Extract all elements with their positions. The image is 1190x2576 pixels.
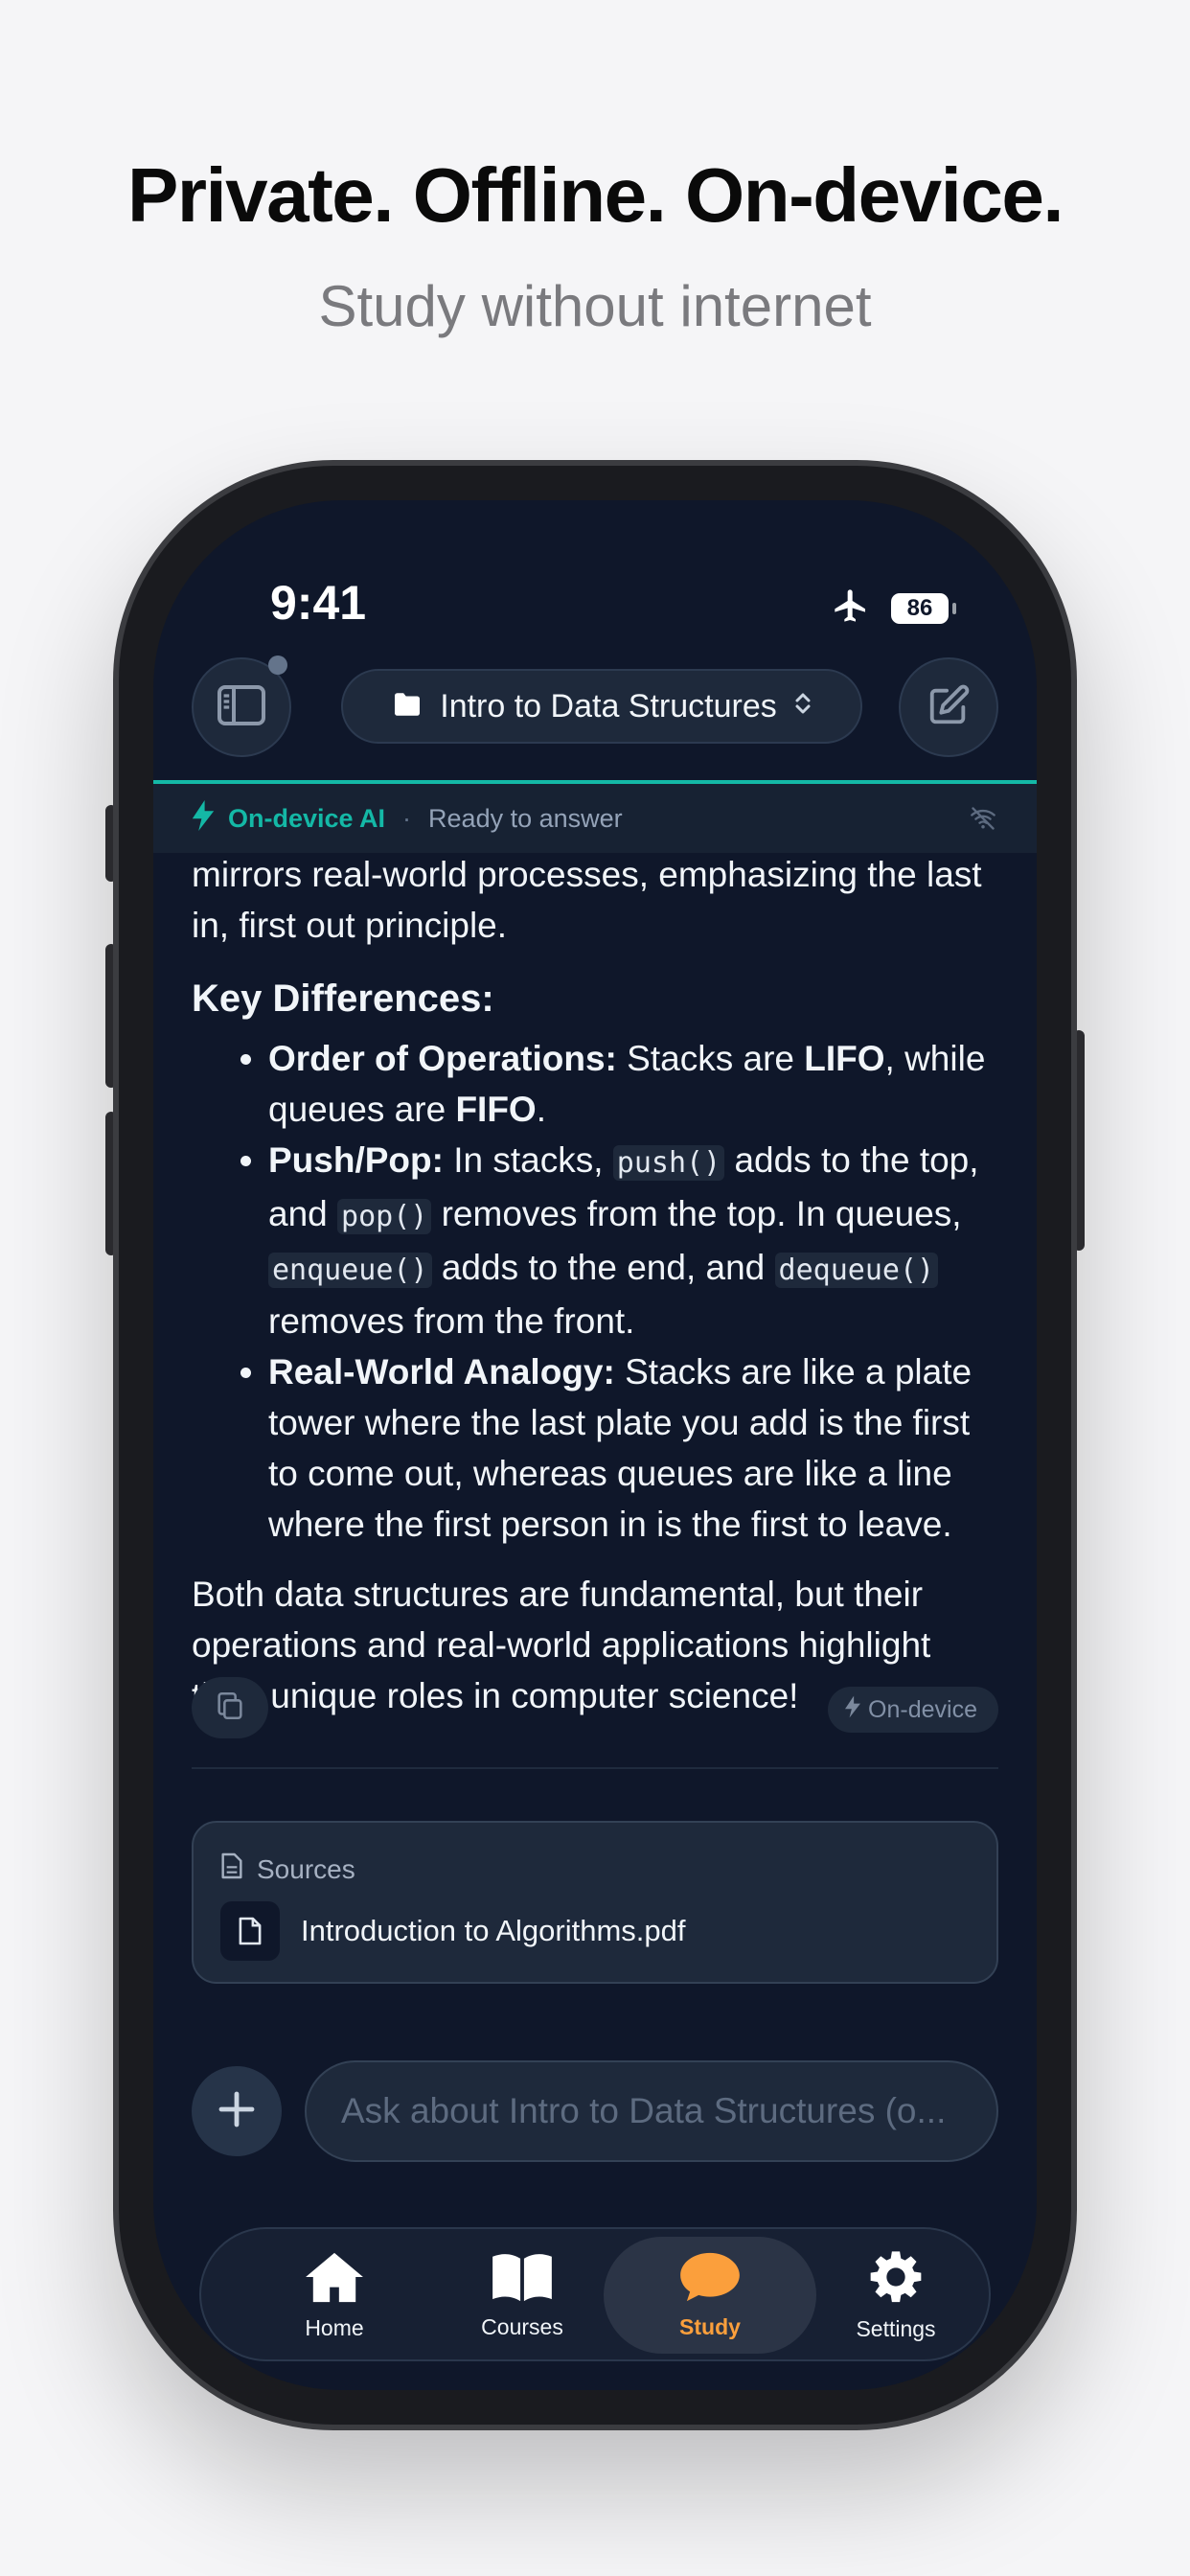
file-icon bbox=[220, 1901, 280, 1961]
section-divider bbox=[192, 1767, 998, 1769]
plus-icon bbox=[217, 2090, 256, 2133]
sources-header: Sources bbox=[220, 1852, 355, 1887]
app-screen: 9:41 86 Intro to Data Structures On-devi… bbox=[153, 500, 1037, 2390]
sources-label: Sources bbox=[257, 1853, 355, 1884]
tab-courses[interactable]: Courses bbox=[416, 2237, 629, 2354]
promo-title: Private. Offline. On-device. bbox=[126, 152, 1064, 238]
ask-input[interactable] bbox=[305, 2060, 998, 2162]
gear-icon bbox=[868, 2249, 924, 2311]
ai-label: On-device AI bbox=[228, 803, 386, 833]
folder-icon bbox=[392, 688, 423, 725]
document-icon bbox=[220, 1852, 243, 1887]
notification-dot bbox=[268, 656, 287, 675]
course-selector[interactable]: Intro to Data Structures bbox=[341, 669, 862, 744]
chevron-up-down-icon bbox=[794, 688, 812, 725]
ai-separator: · bbox=[402, 803, 412, 833]
new-chat-button[interactable] bbox=[899, 657, 998, 757]
on-device-badge: On-device bbox=[828, 1687, 998, 1733]
copy-button[interactable] bbox=[192, 1677, 268, 1738]
ai-status-text: Ready to answer bbox=[428, 803, 623, 833]
tab-home[interactable]: Home bbox=[228, 2237, 441, 2354]
bolt-icon bbox=[192, 799, 215, 838]
sources-card: Sources Introduction to Algorithms.pdf bbox=[192, 1821, 998, 1984]
book-icon bbox=[491, 2251, 554, 2309]
message-heading: Key Differences: bbox=[192, 978, 494, 1020]
differences-list: Order of Operations: Stacks are LIFO, wh… bbox=[192, 1033, 998, 1550]
copy-icon bbox=[214, 1690, 246, 1727]
battery-indicator: 86 bbox=[891, 592, 956, 624]
compose-icon bbox=[927, 683, 971, 732]
tab-settings[interactable]: Settings bbox=[790, 2237, 1002, 2354]
tab-study[interactable]: Study bbox=[604, 2237, 816, 2354]
sidebar-icon bbox=[217, 684, 266, 731]
source-file-item[interactable]: Introduction to Algorithms.pdf bbox=[220, 1901, 686, 1961]
home-icon bbox=[303, 2250, 366, 2310]
phone-frame: 9:41 86 Intro to Data Structures On-devi… bbox=[113, 460, 1077, 2430]
course-name: Intro to Data Structures bbox=[440, 687, 777, 724]
wifi-off-icon bbox=[970, 807, 996, 837]
attach-button[interactable] bbox=[192, 2066, 282, 2156]
bottom-tab-bar: Home Courses Study Settings bbox=[199, 2227, 991, 2361]
status-time: 9:41 bbox=[270, 576, 367, 630]
ai-status-bar: On-device AI · Ready to answer bbox=[153, 784, 1037, 853]
list-item: Push/Pop: In stacks, push() adds to the … bbox=[268, 1135, 998, 1346]
chat-bubble-icon bbox=[678, 2251, 742, 2309]
bolt-icon bbox=[845, 1695, 861, 1725]
status-icons: 86 bbox=[832, 586, 956, 630]
assistant-message: mirrors real-world processes, emphasizin… bbox=[192, 849, 998, 1742]
airplane-icon bbox=[832, 586, 870, 630]
promo-subtitle: Study without internet bbox=[318, 274, 872, 338]
source-file-name: Introduction to Algorithms.pdf bbox=[301, 1914, 686, 1947]
list-item: Real-World Analogy: Stacks are like a pl… bbox=[268, 1346, 998, 1550]
list-item: Order of Operations: Stacks are LIFO, wh… bbox=[268, 1033, 998, 1135]
message-intro: mirrors real-world processes, emphasizin… bbox=[192, 855, 982, 945]
